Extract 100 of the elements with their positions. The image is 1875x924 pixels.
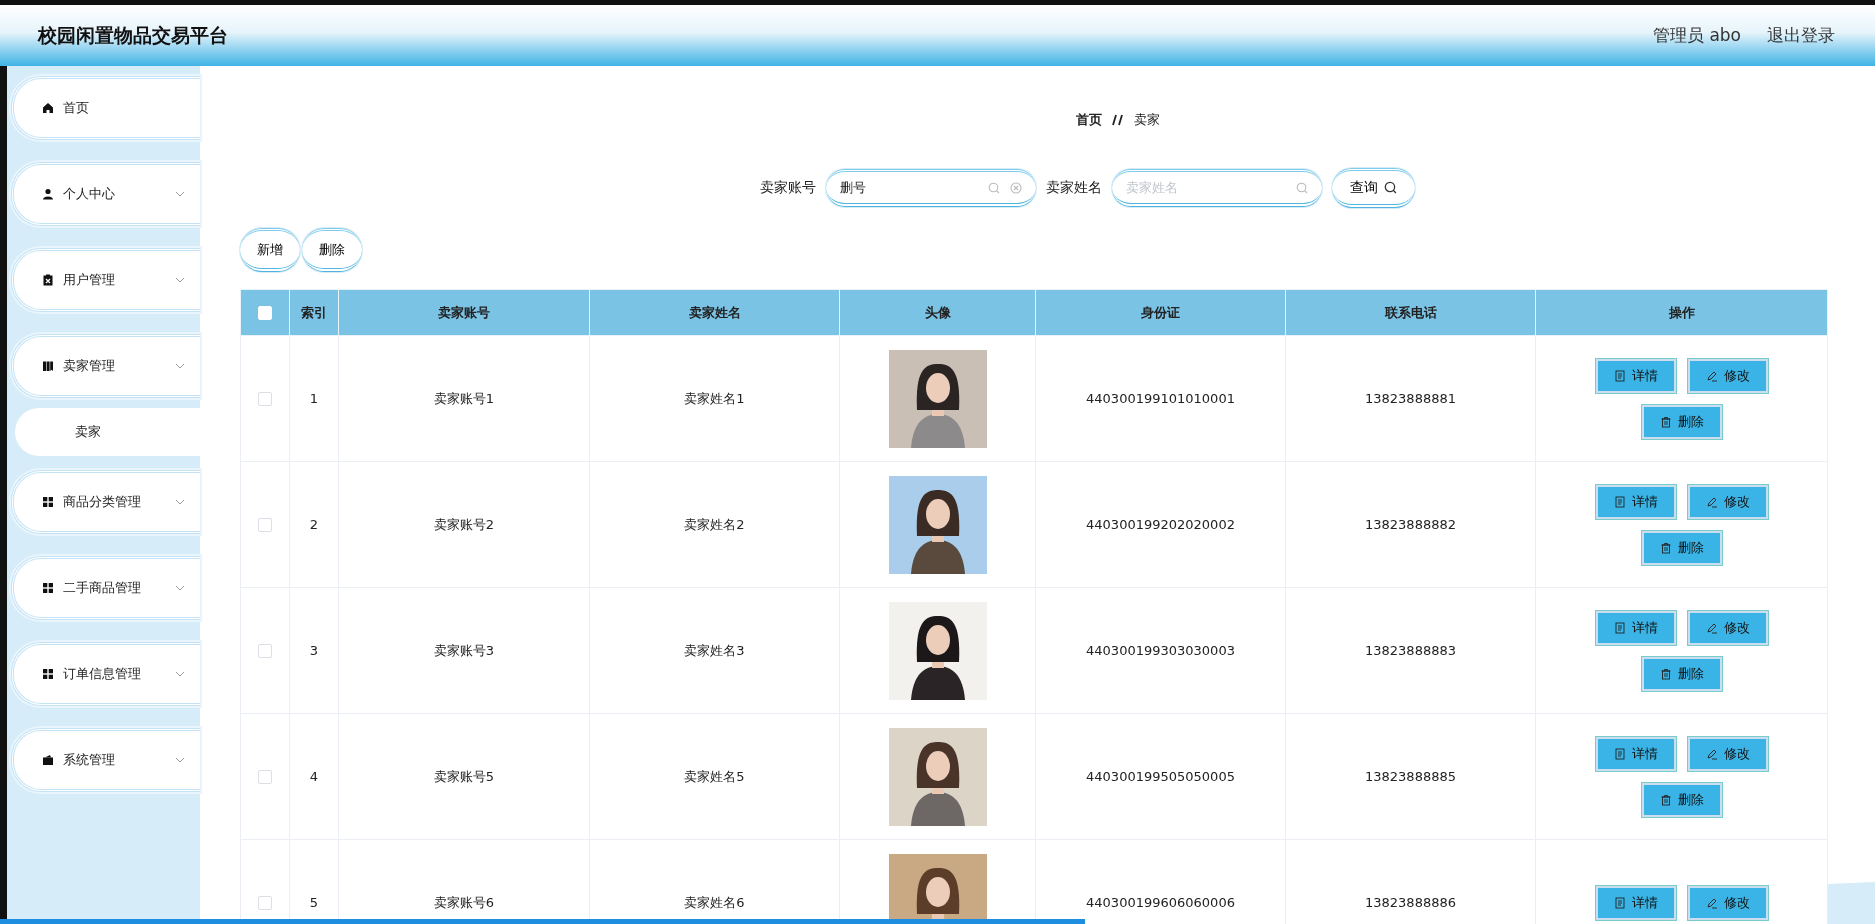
chevron-down-icon: [175, 757, 185, 763]
table-cell: 4: [309, 769, 319, 784]
sidebar-item[interactable]: 卖家管理: [11, 334, 200, 398]
table-cell: 卖家姓名6: [684, 894, 745, 910]
chevron-down-icon: [175, 191, 185, 197]
clipboard-icon: [42, 274, 54, 286]
delete-button[interactable]: 删除: [302, 228, 362, 272]
user-name: 管理员 abo: [1653, 24, 1741, 47]
logout-link[interactable]: 退出登录: [1767, 24, 1835, 47]
field-label: 卖家账号: [760, 179, 816, 197]
clear-icon[interactable]: [1010, 182, 1022, 194]
table-cell: 卖家账号1: [433, 390, 495, 406]
sidebar-item[interactable]: 用户管理: [11, 248, 200, 312]
document-icon: [1613, 896, 1626, 909]
grid-icon: [42, 582, 54, 594]
column-header: 身份证: [1141, 304, 1180, 320]
search-icon: [1296, 182, 1308, 194]
edit-button[interactable]: 修改: [1687, 610, 1768, 645]
search-icon: [1384, 181, 1397, 194]
row-checkbox[interactable]: [258, 896, 272, 911]
chevron-down-icon: [175, 363, 185, 369]
home-icon: [42, 102, 54, 114]
wallet-icon: [42, 754, 54, 766]
table-cell: 卖家姓名1: [684, 390, 745, 406]
table-cell: 2: [309, 517, 319, 532]
grid-icon: [42, 668, 54, 680]
breadcrumb-separator-icon: [1111, 114, 1124, 126]
delete-button[interactable]: 删除: [1641, 404, 1722, 439]
trash-icon: [1659, 667, 1672, 680]
grid-icon: [42, 496, 54, 508]
column-header: 卖家账号: [438, 304, 490, 320]
breadcrumb-home[interactable]: 首页: [1075, 111, 1102, 129]
search-icon: [988, 182, 1000, 194]
document-icon: [1613, 369, 1626, 382]
pencil-icon: [1705, 621, 1718, 634]
breadcrumb-current: 卖家: [1133, 111, 1160, 129]
column-header: 操作: [1668, 304, 1695, 320]
search-button[interactable]: 查询: [1332, 168, 1415, 208]
edit-button[interactable]: 修改: [1687, 885, 1768, 920]
chevron-down-icon: [175, 671, 185, 677]
document-icon: [1613, 495, 1626, 508]
sidebar-item[interactable]: 订单信息管理: [11, 642, 200, 706]
table-cell: 卖家姓名2: [684, 516, 745, 532]
table-cell: 1: [309, 391, 319, 406]
table-cell: 440300199505050005: [1086, 769, 1235, 784]
edit-button[interactable]: 修改: [1687, 358, 1768, 393]
details-button[interactable]: 详情: [1595, 610, 1676, 645]
table-cell: 13823888881: [1365, 391, 1456, 406]
table-cell: 13823888883: [1365, 643, 1456, 658]
row-checkbox[interactable]: [258, 644, 272, 659]
details-button[interactable]: 详情: [1595, 484, 1676, 519]
details-button[interactable]: 详情: [1595, 358, 1676, 393]
edit-button[interactable]: 修改: [1687, 736, 1768, 771]
chevron-down-icon: [175, 277, 185, 283]
user-icon: [42, 188, 54, 200]
row-checkbox[interactable]: [258, 392, 272, 407]
table-cell: 13823888882: [1365, 517, 1456, 532]
select-all-checkbox[interactable]: [258, 306, 272, 321]
delete-button[interactable]: 删除: [1641, 782, 1722, 817]
table-cell: 卖家账号6: [433, 894, 495, 910]
field-label: 卖家姓名: [1046, 179, 1102, 197]
table-cell: 卖家姓名5: [684, 768, 745, 784]
pencil-icon: [1705, 747, 1718, 760]
add-button[interactable]: 新增: [240, 228, 300, 272]
row-checkbox[interactable]: [258, 518, 272, 533]
table-cell: 3: [309, 643, 319, 658]
trash-icon: [1659, 541, 1672, 554]
table-cell: 5: [309, 895, 319, 910]
details-button[interactable]: 详情: [1595, 885, 1676, 920]
document-icon: [1613, 747, 1626, 760]
search-field[interactable]: 卖家姓名: [1112, 169, 1322, 207]
pencil-icon: [1705, 369, 1718, 382]
sidebar-item[interactable]: 首页: [11, 76, 200, 140]
edit-button[interactable]: 修改: [1687, 484, 1768, 519]
delete-button[interactable]: 删除: [1641, 656, 1722, 691]
sidebar-item[interactable]: 个人中心: [11, 162, 200, 226]
pencil-icon: [1705, 896, 1718, 909]
delete-button[interactable]: 删除: [1641, 530, 1722, 565]
table-cell: 440300199303030003: [1086, 643, 1235, 658]
chevron-down-icon: [175, 499, 185, 505]
column-header: 卖家姓名: [688, 304, 741, 320]
book-icon: [42, 360, 54, 372]
table-cell: 卖家账号3: [433, 642, 495, 658]
column-header: 联系电话: [1384, 304, 1437, 320]
document-icon: [1613, 621, 1626, 634]
row-checkbox[interactable]: [258, 770, 272, 785]
pencil-icon: [1705, 495, 1718, 508]
sidebar-item[interactable]: 商品分类管理: [11, 470, 200, 534]
submenu-item[interactable]: 卖家: [15, 408, 200, 456]
scrollbar[interactable]: [0, 919, 1085, 924]
column-header: 头像: [924, 304, 951, 320]
column-header: 索引: [301, 304, 327, 320]
table-cell: 卖家账号2: [433, 516, 495, 532]
sidebar-item[interactable]: 系统管理: [11, 728, 200, 792]
chevron-down-icon: [175, 585, 185, 591]
table-cell: 卖家账号5: [433, 768, 495, 784]
sidebar-item[interactable]: 二手商品管理: [11, 556, 200, 620]
search-field[interactable]: 删号: [826, 169, 1036, 207]
table-cell: 440300199101010001: [1086, 391, 1235, 406]
details-button[interactable]: 详情: [1595, 736, 1676, 771]
